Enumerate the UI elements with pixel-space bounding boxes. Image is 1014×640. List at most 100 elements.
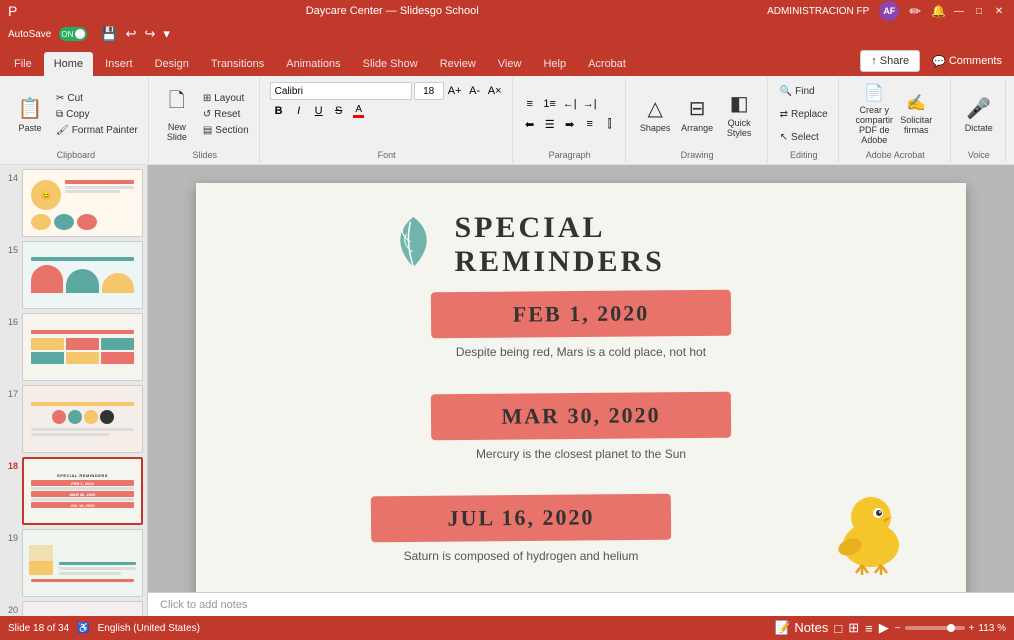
replace-button[interactable]: ⇄ Replace <box>776 107 832 122</box>
quick-access-bar: AutoSave ON 💾 ↩ ↪ ▾ <box>0 22 1014 46</box>
slideshow-button[interactable]: ▶ <box>879 620 889 636</box>
pdf-icon: 📄 <box>864 83 884 103</box>
ribbon: File Home Insert Design Transitions Anim… <box>0 46 1014 165</box>
normal-view-button[interactable]: □ <box>834 621 842 636</box>
font-size-input[interactable] <box>414 82 444 100</box>
drawing-label: Drawing <box>681 148 714 160</box>
notes-view-button[interactable]: 📝 Notes <box>775 620 829 636</box>
tab-slideshow[interactable]: Slide Show <box>353 52 428 76</box>
columns-button[interactable]: ⫿ <box>601 115 619 133</box>
format-painter-button[interactable]: 🖌 Format Painter <box>52 123 142 138</box>
select-button[interactable]: ↖ Select <box>776 130 832 145</box>
tab-file[interactable]: File <box>4 52 42 76</box>
zoom-in-button[interactable]: + <box>969 623 975 634</box>
share-button[interactable]: ↑ Share <box>860 50 920 72</box>
slide-canvas[interactable]: SPECIAL REMINDERS FEB 1, 2020 Despite be… <box>196 183 966 615</box>
title-bar: P Daycare Center — Slidesgo School ADMIN… <box>0 0 1014 22</box>
notes-text: Click to add notes <box>160 599 247 611</box>
notes-bar[interactable]: Click to add notes <box>148 592 1014 616</box>
zoom-slider[interactable] <box>905 626 965 630</box>
slide-thumb-16[interactable]: 16 <box>4 313 143 381</box>
leaf-decoration <box>389 212 439 279</box>
save-button[interactable]: 💾 <box>99 26 119 42</box>
tab-view[interactable]: View <box>488 52 532 76</box>
status-right: 📝 Notes □ ⊞ ≡ ▶ − + 113 % <box>775 620 1006 636</box>
group-clipboard: 📋 Paste ✂ Cut ⧉ Copy 🖌 Format Painter <box>4 78 149 162</box>
bullets-button[interactable]: ≡ <box>521 95 539 113</box>
clear-format-button[interactable]: A× <box>486 82 504 100</box>
slide-count: Slide 18 of 34 <box>8 623 69 634</box>
layout-button[interactable]: ⊞ Layout <box>199 91 253 106</box>
slide-thumb-17[interactable]: 17 <box>4 385 143 453</box>
strikethrough-button[interactable]: S <box>330 102 348 120</box>
tab-transitions[interactable]: Transitions <box>201 52 274 76</box>
close-button[interactable]: ✕ <box>992 4 1006 18</box>
numbering-button[interactable]: 1≡ <box>541 95 559 113</box>
copy-button[interactable]: ⧉ Copy <box>52 107 142 122</box>
arrange-button[interactable]: ⊟ Arrange <box>677 88 717 140</box>
italic-button[interactable]: I <box>290 102 308 120</box>
tab-acrobat[interactable]: Acrobat <box>578 52 636 76</box>
find-icon: 🔍 <box>780 86 792 97</box>
find-button[interactable]: 🔍 Find <box>776 84 832 99</box>
create-pdf-button[interactable]: 📄 Crear y compartir PDF de Adobe <box>854 80 894 148</box>
slide-thumb-19[interactable]: 19 <box>4 529 143 597</box>
align-right-button[interactable]: ➡ <box>561 115 579 133</box>
cut-button[interactable]: ✂ Cut <box>52 91 142 106</box>
indent-less-button[interactable]: ←| <box>561 95 579 113</box>
tab-animations[interactable]: Animations <box>276 52 350 76</box>
new-slide-button[interactable]: 🗋 New Slide <box>157 83 197 145</box>
group-font: A+ A- A× B I U S A Font <box>262 78 513 162</box>
reset-button[interactable]: ↺ Reset <box>199 107 253 122</box>
slide-sorter-button[interactable]: ⊞ <box>848 620 859 636</box>
underline-button[interactable]: U <box>310 102 328 120</box>
autosave-toggle[interactable]: ON <box>59 27 87 41</box>
align-left-button[interactable]: ⬅ <box>521 115 539 133</box>
comments-button[interactable]: 💬 Comments <box>924 50 1010 72</box>
tab-help[interactable]: Help <box>533 52 576 76</box>
tab-review[interactable]: Review <box>430 52 486 76</box>
group-paragraph: ≡ 1≡ ←| →| ⬅ ☰ ➡ ≡ ⫿ Paragraph <box>515 78 626 162</box>
font-color-button[interactable]: A <box>350 102 368 120</box>
canvas-area: SPECIAL REMINDERS FEB 1, 2020 Despite be… <box>148 165 1014 633</box>
font-name-input[interactable] <box>270 82 412 100</box>
quick-styles-button[interactable]: ◧ Quick Styles <box>719 88 759 141</box>
increase-font-button[interactable]: A+ <box>446 82 464 100</box>
powerpoint-icon: P <box>8 3 17 19</box>
slide-thumb-15[interactable]: 15 <box>4 241 143 309</box>
dictate-button[interactable]: 🎤 Dictate <box>959 88 999 140</box>
indent-more-button[interactable]: →| <box>581 95 599 113</box>
maximize-button[interactable]: □ <box>972 4 986 18</box>
request-sign-button[interactable]: ✍ Solicitar firmas <box>896 88 936 140</box>
decrease-font-button[interactable]: A- <box>466 82 484 100</box>
voice-label: Voice <box>968 148 990 160</box>
tab-design[interactable]: Design <box>145 52 199 76</box>
minimize-button[interactable]: — <box>952 4 966 18</box>
slide-thumb-14[interactable]: 14 😊 <box>4 169 143 237</box>
group-drawing: △ Shapes ⊟ Arrange ◧ Quick Styles Drawin… <box>628 78 768 162</box>
undo-button[interactable]: ↩ <box>124 26 139 42</box>
align-center-button[interactable]: ☰ <box>541 115 559 133</box>
section-button[interactable]: ▤ Section <box>199 123 253 138</box>
tab-home[interactable]: Home <box>44 52 93 76</box>
paste-button[interactable]: 📋 Paste <box>10 88 50 140</box>
shapes-button[interactable]: △ Shapes <box>635 88 675 140</box>
slide-thumb-18[interactable]: 18 SPECIAL REMINDERS FEB 1, 2020 MAR 30,… <box>4 457 143 525</box>
title-bar-right: ADMINISTRACION FP AF ✏ 🔔 — □ ✕ <box>767 1 1006 21</box>
justify-button[interactable]: ≡ <box>581 115 599 133</box>
pen-icon[interactable]: ✏ <box>909 3 921 20</box>
tab-insert[interactable]: Insert <box>95 52 143 76</box>
reading-view-button[interactable]: ≡ <box>865 621 873 636</box>
new-slide-icon: 🗋 <box>169 86 185 120</box>
font-bar: A+ A- A× B I U S A <box>268 80 506 148</box>
slides-inner: 🗋 New Slide ⊞ Layout ↺ Reset ▤ Section <box>157 80 253 148</box>
redo-button[interactable]: ↪ <box>142 26 157 42</box>
layout-icon: ⊞ <box>203 93 211 104</box>
notifications-icon[interactable]: 🔔 <box>931 4 946 18</box>
zoom-out-button[interactable]: − <box>895 623 901 634</box>
slide-title-area: SPECIAL REMINDERS <box>389 211 774 279</box>
reminder-text-2: Mercury is the closest planet to the Sun <box>411 447 751 461</box>
bold-button[interactable]: B <box>270 102 288 120</box>
status-left: Slide 18 of 34 ♿ English (United States) <box>8 623 200 634</box>
more-button[interactable]: ▾ <box>161 26 172 42</box>
